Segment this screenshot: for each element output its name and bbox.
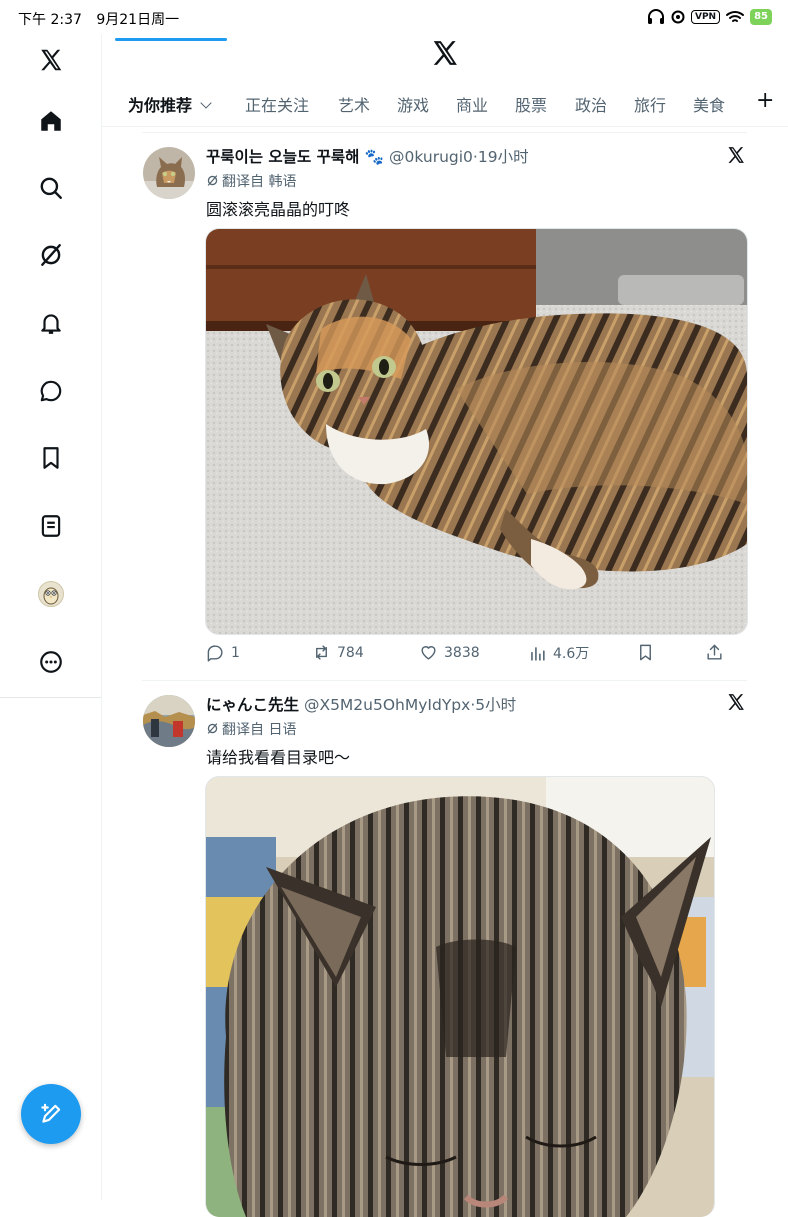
bell-icon [41, 314, 61, 334]
grok-icon [41, 244, 61, 266]
cat-photo [206, 777, 714, 1217]
like-count: 3838 [444, 644, 480, 661]
x-logo-icon[interactable] [726, 145, 746, 165]
location-icon [671, 10, 685, 24]
wifi-icon [726, 11, 745, 22]
sidebar-item-search[interactable] [30, 167, 72, 209]
bookmark-icon [640, 644, 651, 661]
divider [142, 680, 747, 681]
author-name[interactable]: 꾸룩이는 오늘도 꾸룩해 🐾 [206, 148, 384, 166]
tab-business[interactable]: 商业 [456, 92, 488, 116]
tab-politics[interactable]: 政治 [575, 92, 607, 116]
add-tab-button[interactable]: + [756, 88, 774, 113]
analytics-icon [531, 646, 545, 661]
message-icon [40, 380, 62, 402]
sidebar-divider [101, 697, 102, 1200]
reply-count: 1 [231, 644, 240, 661]
sidebar-item-notifications[interactable] [30, 302, 72, 344]
sidebar-item-messages[interactable] [30, 370, 72, 412]
translation-label: 翻译自 韩语 [222, 174, 297, 190]
chevron-down-icon [200, 97, 212, 109]
divider [142, 132, 747, 133]
sidebar-item-home[interactable] [30, 100, 72, 142]
author-name[interactable]: にゃんこ先生 [206, 696, 299, 714]
translation-note[interactable]: 翻译自 韩语 [206, 171, 296, 191]
reply-button[interactable]: 1 [206, 643, 240, 662]
profile-avatar [38, 581, 64, 607]
status-time: 下午 2:37 [18, 12, 82, 28]
author-handle[interactable]: @X5M2u5OhMyIdYpx [304, 696, 470, 714]
share-button[interactable] [705, 643, 724, 662]
repost-count: 784 [337, 644, 364, 661]
post-actions: 1 784 3838 4.6万 [206, 643, 746, 667]
tab-following[interactable]: 正在关注 [245, 92, 309, 116]
grok-icon [207, 175, 218, 186]
tab-art[interactable]: 艺术 [338, 92, 370, 116]
view-count: 4.6万 [553, 646, 590, 662]
x-logo-icon[interactable] [430, 38, 460, 68]
grok-icon [207, 723, 218, 734]
tab-stocks[interactable]: 股票 [515, 92, 547, 116]
author-handle[interactable]: @0kurugi0 [389, 148, 473, 166]
bookmark-button[interactable] [636, 643, 655, 662]
repost-icon [316, 645, 327, 660]
x-logo-icon[interactable] [726, 692, 746, 712]
active-tab-indicator [115, 38, 227, 41]
repost-button[interactable]: 784 [312, 643, 364, 662]
sidebar-item-lists[interactable] [30, 505, 72, 547]
compose-post-button[interactable] [21, 1084, 81, 1144]
tab-food[interactable]: 美食 [693, 92, 725, 116]
tab-label: 为你推荐 [128, 96, 193, 115]
cat-photo [206, 229, 747, 634]
post-text: 请给我看看目录吧～ [206, 748, 351, 767]
post-header: 꾸룩이는 오늘도 꾸룩해 🐾 @0kurugi0·19小时 [206, 145, 529, 167]
status-bar: 下午 2:37 9月21日周一 VPN 85 [0, 0, 788, 34]
post-time[interactable]: 19小时 [478, 148, 529, 166]
battery-level: 85 [750, 9, 772, 25]
like-button[interactable]: 3838 [419, 643, 480, 662]
headphones-icon [647, 9, 664, 24]
bookmark-icon [43, 447, 59, 469]
post-time[interactable]: 5小时 [475, 696, 516, 714]
home-icon [41, 111, 61, 131]
status-date: 9月21日周一 [96, 12, 180, 28]
sidebar-item-grok[interactable] [30, 234, 72, 276]
tab-for-you[interactable]: 为你推荐 [128, 92, 212, 116]
sidebar-nav [0, 34, 102, 698]
post-text: 圆滚滚亮晶晶的叮咚 [206, 200, 351, 219]
translation-label: 翻译自 日语 [222, 722, 297, 738]
tab-gaming[interactable]: 游戏 [397, 92, 429, 116]
reply-icon [207, 645, 223, 662]
avatar[interactable] [143, 147, 195, 199]
post-media-image[interactable] [205, 776, 715, 1217]
list-icon [41, 515, 61, 537]
translation-note[interactable]: 翻译自 日语 [206, 719, 296, 739]
sidebar-item-bookmarks[interactable] [30, 437, 72, 479]
x-logo-icon [41, 49, 62, 71]
heart-icon [421, 646, 436, 660]
search-icon [40, 177, 62, 199]
vpn-badge: VPN [690, 10, 721, 24]
post-header: にゃんこ先生 @X5M2u5OhMyIdYpx·5小时 [206, 693, 516, 715]
sidebar-logo[interactable] [30, 39, 72, 81]
tab-travel[interactable]: 旅行 [634, 92, 666, 116]
sidebar-item-profile[interactable] [30, 573, 72, 615]
post-media-image[interactable] [205, 228, 748, 635]
avatar[interactable] [143, 695, 195, 747]
compose-icon [41, 1103, 61, 1123]
feed-tabs: 为你推荐 正在关注 艺术 游戏 商业 股票 政治 旅行 美食 + [102, 84, 788, 127]
sidebar-item-more[interactable] [30, 641, 72, 683]
more-icon [40, 651, 62, 673]
share-icon [707, 644, 722, 660]
views-button[interactable]: 4.6万 [528, 643, 589, 663]
